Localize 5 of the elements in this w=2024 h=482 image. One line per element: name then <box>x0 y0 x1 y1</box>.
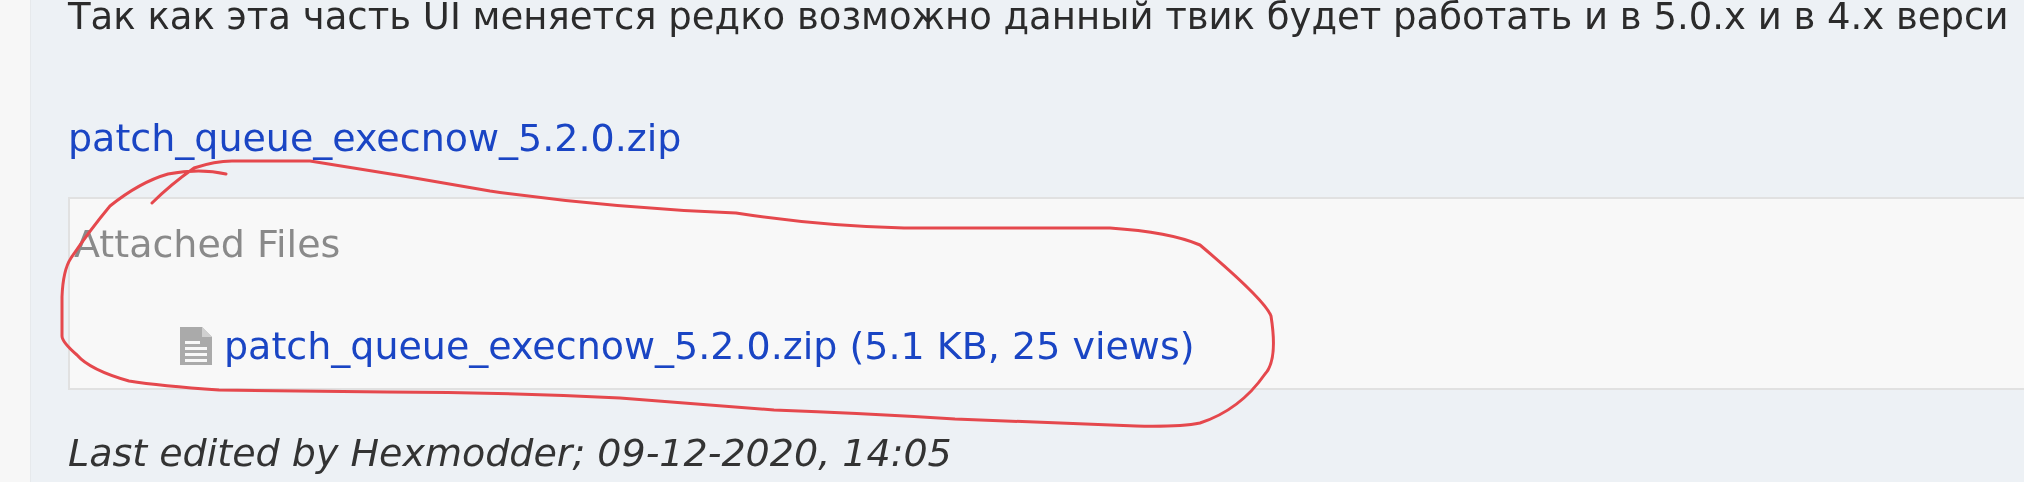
document-icon <box>180 327 212 365</box>
post-text: Так как эта часть UI меняется редко возможно данный твик будет работать и в 5.0.x и в 4.x верси <box>68 0 2009 36</box>
attachment-link[interactable]: patch_queue_execnow_5.2.0.zip <box>68 113 682 163</box>
edit-note: Last edited by Hexmodder; 09-12-2020, 14:05 <box>68 430 952 476</box>
file-link[interactable]: patch_queue_execnow_5.2.0.zip (5.1 KB, 25 views) <box>224 321 1195 371</box>
